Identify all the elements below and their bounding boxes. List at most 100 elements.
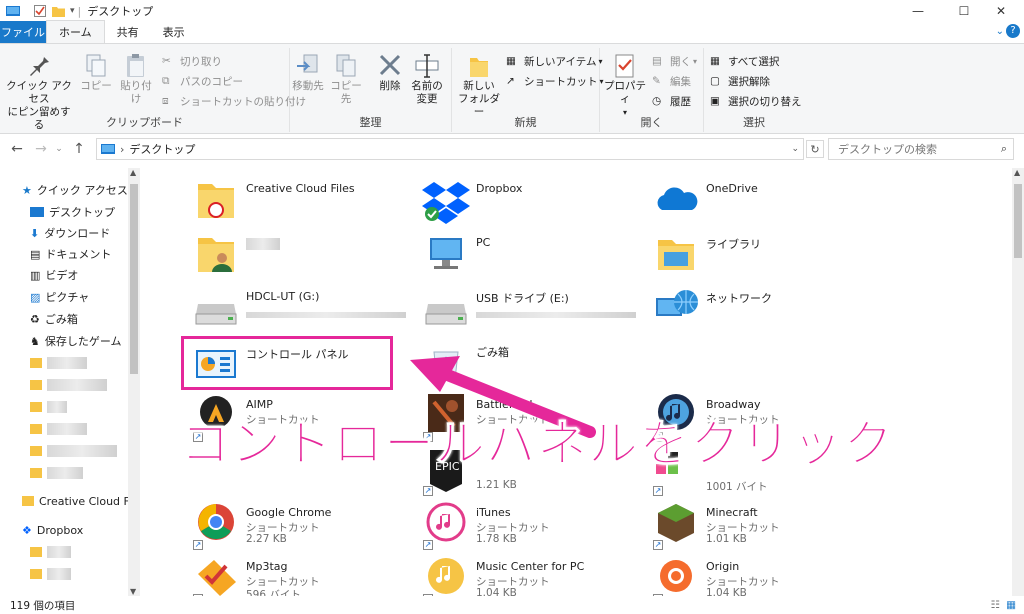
select-none-button[interactable]: ▢ 選択解除 <box>710 74 770 89</box>
sidebar-item-recycle-bin[interactable]: ♻ごみ箱📌 <box>30 309 140 329</box>
copy-path-button[interactable]: ⧉ パスのコピー <box>162 74 243 89</box>
sidebar-item-blurred[interactable] <box>30 564 140 584</box>
large-icons-view-icon[interactable]: ▦ <box>1006 599 1016 611</box>
invert-selection-icon: ▣ <box>710 94 720 107</box>
list-item[interactable]: Dropbox <box>422 176 650 230</box>
status-bar: 119 個の項目 ☷ ▦ <box>0 596 1024 614</box>
sidebar-item-blurred[interactable] <box>30 441 140 461</box>
sidebar-item-dropbox[interactable]: ❖ Dropbox <box>22 520 140 540</box>
list-item[interactable]: USB ドライブ (E:) <box>422 284 650 338</box>
sidebar-item-creative-cloud[interactable]: Creative Cloud Files <box>22 491 140 511</box>
customize-quick-access-icon[interactable]: ▾ <box>70 6 75 16</box>
sidebar-item-blurred[interactable]: 📌 <box>30 353 140 373</box>
list-item[interactable]: ネットワーク <box>652 284 880 338</box>
delete-button[interactable]: 削除 <box>376 52 404 93</box>
search-icon[interactable]: ⌕ <box>1001 142 1007 156</box>
sidebar-item-blurred[interactable] <box>30 397 140 417</box>
blurred-text <box>47 546 71 558</box>
recent-locations-icon[interactable]: ⌄ <box>50 140 68 158</box>
sidebar-item-blurred[interactable]: 📌 <box>30 375 140 395</box>
folder-icon <box>470 58 488 77</box>
list-item[interactable]: ↗ Origin ショートカット 1.04 KB <box>652 554 880 596</box>
list-item[interactable]: ライブラリ <box>652 230 880 284</box>
history-button[interactable]: ◷ 履歴 <box>652 94 691 109</box>
open-button[interactable]: ▤ 開く ▾ <box>652 54 697 69</box>
sidebar-quick-access[interactable]: ★ クイック アクセス <box>22 180 140 200</box>
details-view-icon[interactable]: ☷ <box>991 599 1000 611</box>
user-folder-icon <box>198 238 234 272</box>
delete-label: 削除 <box>379 80 401 92</box>
address-field[interactable]: › デスクトップ ⌄ <box>96 138 804 160</box>
tab-home[interactable]: ホーム <box>46 20 105 43</box>
new-folder-icon[interactable] <box>52 5 65 17</box>
copy-button[interactable]: コピー <box>80 52 112 93</box>
select-all-button[interactable]: ▦ すべて選択 <box>710 54 779 69</box>
sidebar-item-blurred[interactable] <box>30 542 140 562</box>
list-item[interactable]: ごみ箱 <box>422 338 650 392</box>
move-to-button[interactable]: 移動先 <box>290 52 326 93</box>
refresh-icon[interactable]: ↻ <box>806 140 824 158</box>
scroll-up-icon[interactable]: ▲ <box>130 168 136 177</box>
forward-icon[interactable]: → <box>32 140 50 158</box>
breadcrumb-desktop[interactable]: デスクトップ <box>129 141 195 157</box>
paste-button[interactable]: 貼り付け <box>116 52 156 106</box>
new-group: 新しい フォルダー ▦ 新しいアイテム ▾ ↗ ショートカット ▾ 新規 <box>452 48 604 132</box>
sidebar-item-videos[interactable]: ▥ビデオ📌 <box>30 265 140 285</box>
sidebar-item-label: ビデオ <box>45 269 79 282</box>
copy-to-button[interactable]: コピー先 <box>328 52 364 106</box>
search-input[interactable]: デスクトップの検索 ⌕ <box>828 138 1014 160</box>
sidebar-item-blurred[interactable] <box>30 463 140 483</box>
list-item[interactable]: ↗ iTunes ショートカット 1.78 KB <box>422 500 650 554</box>
list-item[interactable]: ↗ Music Center for PC ショートカット 1.04 KB <box>422 554 650 596</box>
back-icon[interactable]: ← <box>8 140 26 158</box>
sidebar-item-saved-games[interactable]: ♞保存したゲーム📌 <box>30 331 140 351</box>
minimize-button[interactable]: — <box>895 0 941 22</box>
sidebar-item-desktop[interactable]: デスクトップ📌 <box>30 202 140 222</box>
copy-icon <box>86 54 106 77</box>
content-scrollbar[interactable]: ▲ <box>1012 168 1024 596</box>
sidebar-item-downloads[interactable]: ⬇ダウンロード📌 <box>30 223 140 243</box>
list-item[interactable]: ↗ Google Chrome ショートカット 2.27 KB <box>192 500 420 554</box>
recycle-bin-icon <box>433 351 459 381</box>
folder-icon <box>30 358 42 368</box>
address-dropdown-icon[interactable]: ⌄ <box>791 144 799 154</box>
file-size: 1001 バイト <box>706 481 768 493</box>
list-item[interactable] <box>192 230 420 284</box>
list-item[interactable]: Creative Cloud Files <box>192 176 420 230</box>
sidebar-item-blurred[interactable] <box>30 419 140 439</box>
edit-button[interactable]: ✎ 編集 <box>652 74 691 89</box>
sidebar-scroll-thumb[interactable] <box>130 184 138 374</box>
sidebar-item-documents[interactable]: ▤ドキュメント📌 <box>30 244 140 264</box>
content-scroll-thumb[interactable] <box>1014 184 1022 258</box>
list-item[interactable]: OneDrive <box>652 176 880 230</box>
cut-button[interactable]: ✂ 切り取り <box>162 54 222 69</box>
sidebar-scrollbar[interactable]: ▲ ▼ <box>128 168 140 596</box>
sidebar-item-label: ドキュメント <box>45 248 112 261</box>
new-item-button[interactable]: ▦ 新しいアイテム ▾ <box>506 54 602 69</box>
list-item[interactable]: HDCL-UT (G:) <box>192 284 420 338</box>
help-icon[interactable]: ? <box>1006 24 1020 38</box>
rename-button[interactable]: 名前の 変更 <box>410 52 444 106</box>
invert-selection-button[interactable]: ▣ 選択の切り替え <box>710 94 802 109</box>
list-item[interactable]: PC <box>422 230 650 284</box>
new-folder-button[interactable]: 新しい フォルダー <box>456 52 502 119</box>
scroll-down-icon[interactable]: ▼ <box>130 587 136 596</box>
close-button[interactable]: ✕ <box>978 0 1024 22</box>
tab-view[interactable]: 表示 <box>151 21 197 43</box>
list-item[interactable]: ↗ Mp3tag ショートカット 596 バイト <box>192 554 420 596</box>
up-icon[interactable]: ↑ <box>70 140 88 158</box>
saved-games-icon: ♞ <box>30 334 40 348</box>
file-size: 2.27 KB <box>246 533 287 545</box>
properties-icon[interactable] <box>34 5 46 17</box>
tab-file[interactable]: ファイル <box>0 21 46 43</box>
list-item[interactable]: ↗ Minecraft ショートカット 1.01 KB <box>652 500 880 554</box>
tab-share[interactable]: 共有 <box>105 21 151 43</box>
sidebar-item-pictures[interactable]: ▨ピクチャ📌 <box>30 287 140 307</box>
properties-button[interactable]: プロパティ ▾ <box>602 52 648 119</box>
select-group-label: 選択 <box>743 116 765 129</box>
properties-label: プロパティ <box>604 80 646 105</box>
expand-ribbon-icon[interactable]: ⌄ <box>996 26 1004 37</box>
paste-shortcut-button[interactable]: ⧈ ショートカットの貼り付け <box>162 94 306 109</box>
scroll-up-icon[interactable]: ▲ <box>1014 168 1020 177</box>
easy-access-button[interactable]: ↗ ショートカット ▾ <box>506 74 604 89</box>
